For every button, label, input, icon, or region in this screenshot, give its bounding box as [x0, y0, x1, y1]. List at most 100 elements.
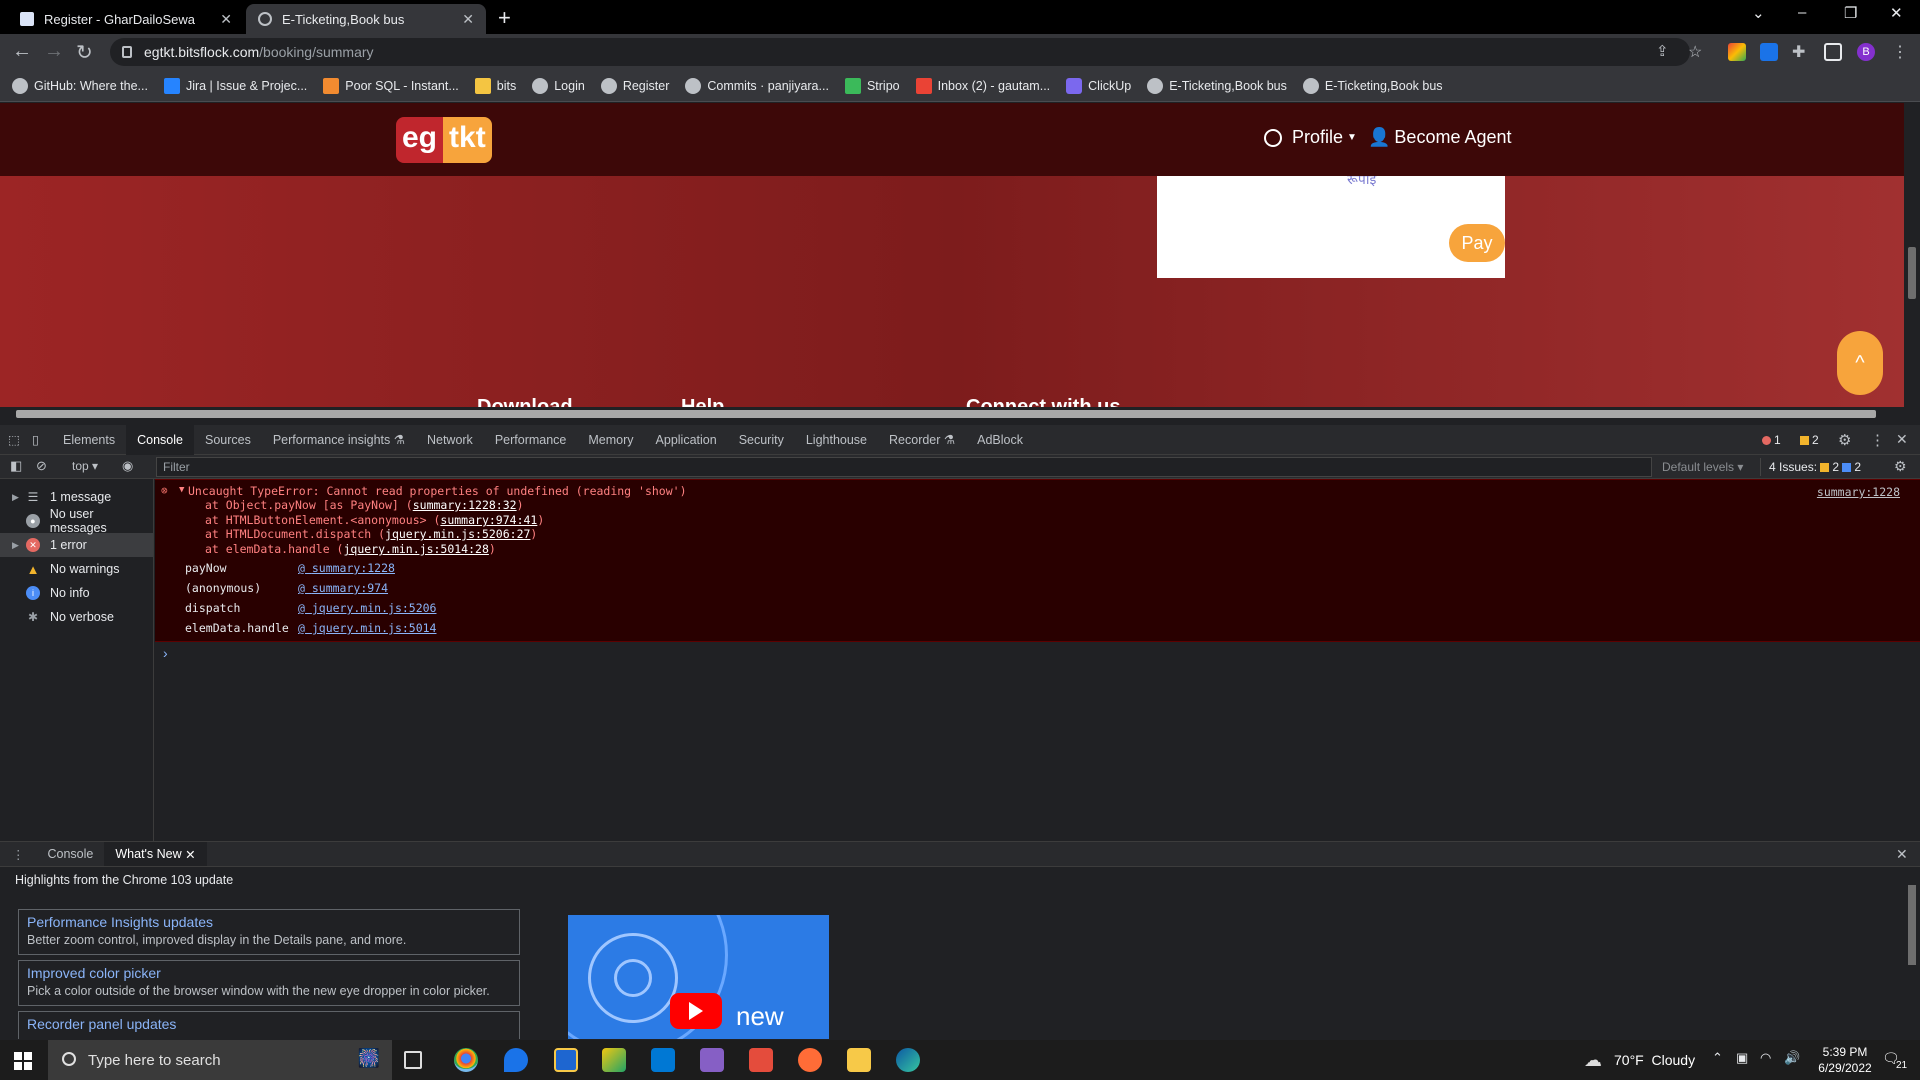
weather-text[interactable]: 70°F Cloudy — [1614, 1052, 1695, 1068]
clock[interactable]: 5:39 PM 6/29/2022 — [1806, 1044, 1884, 1076]
news-card[interactable]: Recorder panel updates — [18, 1011, 520, 1039]
page-vertical-scrollbar[interactable] — [1904, 103, 1920, 407]
bookmark-eticketing[interactable]: E-Ticketing,Book bus — [1302, 77, 1443, 94]
sidebar-toggle-icon[interactable]: ◧ — [10, 458, 22, 474]
vscode-icon[interactable] — [651, 1048, 675, 1072]
tab-console[interactable]: Console — [126, 424, 194, 455]
bookmark-star-icon[interactable]: ☆ — [1688, 42, 1702, 62]
side-panel-icon[interactable] — [1824, 43, 1842, 61]
more-options-icon[interactable]: ⋮ — [1870, 431, 1885, 449]
bookmark-poorsql[interactable]: Poor SQL - Instant... — [323, 77, 459, 94]
drawer-menu-icon[interactable]: ⋮ — [0, 847, 37, 862]
scroll-to-top-button[interactable]: ^ — [1837, 331, 1883, 395]
youtube-play-icon[interactable] — [670, 993, 722, 1029]
default-levels-dropdown[interactable]: Default levels ▾ — [1662, 460, 1743, 474]
scrollbar-thumb[interactable] — [16, 410, 1876, 418]
error-count-badge[interactable]: 1 — [1762, 433, 1781, 447]
drawer-scrollbar[interactable] — [1904, 867, 1920, 1039]
restore-icon[interactable]: ❐ — [1844, 4, 1857, 22]
postman-icon[interactable] — [798, 1048, 822, 1072]
edge-icon[interactable] — [896, 1048, 920, 1072]
close-window-icon[interactable]: ✕ — [1890, 4, 1903, 22]
stack-link[interactable]: summary:1228:32 — [413, 498, 517, 512]
forward-icon[interactable]: → — [44, 40, 64, 63]
issues-counter[interactable]: 4 Issues: 2 2 — [1760, 458, 1861, 476]
app-r-icon[interactable] — [554, 1048, 578, 1072]
extension-icon[interactable] — [1728, 43, 1746, 61]
bookmark-gmail[interactable]: Inbox (2) - gautam... — [915, 77, 1050, 94]
menu-icon[interactable]: ⋮ — [1892, 42, 1908, 62]
tab-memory[interactable]: Memory — [577, 425, 644, 455]
profile-avatar[interactable]: B — [1857, 43, 1875, 61]
inspect-element-icon[interactable]: ⬚ — [0, 425, 22, 455]
tab-application[interactable]: Application — [645, 425, 728, 455]
console-filter-input[interactable]: Filter — [156, 457, 1652, 477]
drawer-tab-console[interactable]: Console — [37, 839, 105, 869]
tray-chevron-icon[interactable]: ⌃ — [1712, 1050, 1723, 1066]
tab-security[interactable]: Security — [728, 425, 795, 455]
network-icon[interactable]: ◠ — [1760, 1050, 1771, 1066]
sidebar-item-messages[interactable]: ▶ ☰ 1 message — [0, 485, 153, 509]
video-thumbnail[interactable]: new — [568, 915, 829, 1039]
clear-console-icon[interactable]: ⊘ — [36, 458, 47, 474]
device-toolbar-icon[interactable]: ▯ — [22, 425, 52, 455]
tab-sources[interactable]: Sources — [194, 425, 262, 455]
stack-link[interactable]: jquery.min.js:5206:27 — [385, 527, 530, 541]
extension-icon[interactable] — [1760, 43, 1778, 61]
stack-link[interactable]: summary:974:41 — [440, 513, 537, 527]
meet-icon[interactable]: ▣ — [1736, 1050, 1748, 1066]
bookmark-stripo[interactable]: Stripo — [844, 77, 900, 94]
scrollbar-thumb[interactable] — [1908, 247, 1916, 299]
news-card[interactable]: Performance Insights updates Better zoom… — [18, 909, 520, 955]
close-icon[interactable]: ✕ — [185, 847, 195, 862]
minimize-icon[interactable]: – — [1798, 4, 1806, 21]
bookmark-eticketing[interactable]: E-Ticketing,Book bus — [1147, 77, 1287, 94]
tab-eticketing[interactable]: E-Ticketing,Book bus ✕ — [246, 4, 486, 34]
bookmark-folder-bits[interactable]: bits — [474, 77, 516, 94]
bookmark-login[interactable]: Login — [532, 77, 585, 94]
profile-dropdown[interactable]: Profile ▼ — [1264, 127, 1357, 148]
windows-start-icon[interactable] — [14, 1052, 32, 1070]
bookmark-github[interactable]: GitHub: Where the... — [12, 77, 148, 94]
visual-studio-icon[interactable] — [700, 1048, 724, 1072]
address-bar[interactable]: egtkt.bitsflock.com /booking/summary — [110, 38, 1690, 66]
bookmark-jira[interactable]: Jira | Issue & Projec... — [163, 77, 307, 94]
console-prompt[interactable]: › — [163, 645, 168, 661]
collapse-arrow-icon[interactable]: ▼ — [179, 485, 184, 495]
volume-icon[interactable]: 🔊 — [1784, 1050, 1800, 1066]
tab-recorder[interactable]: Recorder ⚗ — [878, 425, 966, 455]
tab-performance[interactable]: Performance — [484, 425, 578, 455]
close-tab-icon[interactable]: ✕ — [220, 11, 232, 28]
stack-link[interactable]: jquery.min.js:5014:28 — [343, 542, 488, 556]
become-agent-link[interactable]: 👤 Become Agent — [1368, 127, 1512, 148]
error-source-link[interactable]: summary:1228 — [1817, 485, 1900, 499]
new-tab-icon[interactable]: + — [498, 5, 511, 31]
close-devtools-icon[interactable]: ✕ — [1896, 431, 1908, 448]
error-message[interactable]: ⊗ ▼ Uncaught TypeError: Cannot read prop… — [155, 479, 1920, 642]
close-drawer-icon[interactable]: ✕ — [1896, 846, 1908, 863]
task-view-icon[interactable] — [404, 1051, 422, 1069]
pay-button[interactable]: Pay — [1449, 224, 1505, 262]
page-horizontal-scrollbar[interactable] — [0, 407, 1904, 421]
maps-icon[interactable] — [504, 1048, 528, 1072]
bookmark-register[interactable]: Register — [600, 77, 669, 94]
news-card[interactable]: Improved color picker Pick a color outsi… — [18, 960, 520, 1006]
tab-performance-insights[interactable]: Performance insights ⚗ — [262, 425, 416, 455]
bookmark-commits[interactable]: Commits · panjiyara... — [685, 77, 829, 94]
puzzle-icon[interactable]: ✚ — [1792, 42, 1805, 62]
scrollbar-thumb[interactable] — [1908, 885, 1916, 965]
bookmark-clickup[interactable]: ClickUp — [1066, 77, 1131, 94]
sidebar-item-verbose[interactable]: ✱ No verbose — [0, 605, 153, 629]
file-explorer-icon[interactable] — [847, 1048, 871, 1072]
console-settings-icon[interactable]: ⚙ — [1894, 458, 1907, 475]
app-red-icon[interactable] — [749, 1048, 773, 1072]
tab-register[interactable]: Register - GharDailoSewa ✕ — [8, 4, 244, 34]
share-icon[interactable]: ⇪ — [1656, 42, 1669, 60]
back-icon[interactable]: ← — [12, 40, 32, 63]
tab-network[interactable]: Network — [416, 425, 484, 455]
sidebar-item-user-messages[interactable]: ● No user messages — [0, 507, 153, 535]
tab-elements[interactable]: Elements — [52, 425, 126, 455]
context-selector[interactable]: top ▾ — [72, 459, 98, 473]
close-tab-icon[interactable]: ✕ — [462, 11, 474, 28]
chrome-icon[interactable] — [454, 1048, 478, 1072]
